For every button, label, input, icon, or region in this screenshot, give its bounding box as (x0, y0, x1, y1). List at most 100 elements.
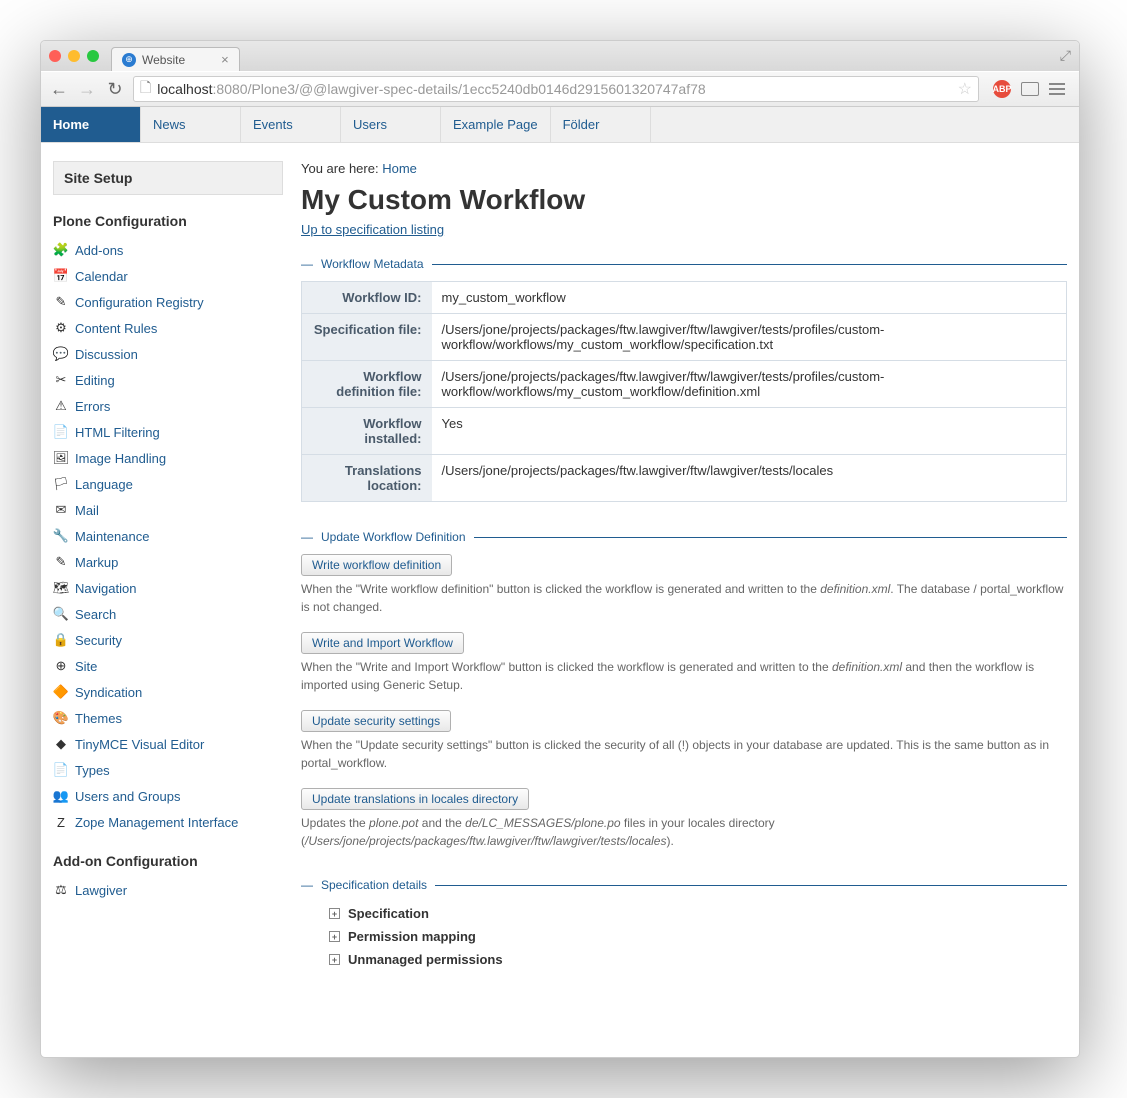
sidebar-item-label[interactable]: Zope Management Interface (75, 815, 238, 830)
sidebar-item-tinymce-visual-editor[interactable]: ◆TinyMCE Visual Editor (53, 731, 283, 757)
sidebar-icon: 💬 (53, 346, 69, 362)
sidebar-item-label[interactable]: Markup (75, 555, 118, 570)
address-bar[interactable]: 🗋 localhost:8080/Plone3/@@lawgiver-spec-… (133, 76, 979, 102)
action-button-2[interactable]: Update security settings (301, 710, 451, 732)
expand-icon[interactable]: + (329, 954, 340, 965)
bookmark-star-icon[interactable]: ☆ (958, 79, 972, 99)
sidebar-item-users-and-groups[interactable]: 👥 Users and Groups (53, 783, 283, 809)
sidebar-item-language[interactable]: 🏳Language (53, 471, 283, 497)
sidebar-item-types[interactable]: 📄 Types (53, 757, 283, 783)
sidebar-item-label[interactable]: Site (75, 659, 97, 674)
specification-details-section: Specification details +Specification+Per… (301, 878, 1067, 971)
browser-tab[interactable]: ⊕ Website × (111, 47, 240, 71)
sidebar-header: Site Setup (53, 161, 283, 195)
sidebar-icon: 🔧 (53, 528, 69, 544)
sidebar-item-syndication[interactable]: 🔶Syndication (53, 679, 283, 705)
global-tab-example-page[interactable]: Example Page (441, 107, 551, 142)
metadata-value: /Users/jone/projects/packages/ftw.lawgiv… (432, 455, 1067, 502)
sidebar-item-label[interactable]: Image Handling (75, 451, 166, 466)
sidebar-item-configuration-registry[interactable]: ✎Configuration Registry (53, 289, 283, 315)
cast-extension-icon[interactable] (1021, 82, 1039, 96)
sidebar-item-label[interactable]: Lawgiver (75, 883, 127, 898)
sidebar-item-label[interactable]: Navigation (75, 581, 136, 596)
sidebar-item-search[interactable]: 🔍Search (53, 601, 283, 627)
sidebar-item-label[interactable]: Calendar (75, 269, 128, 284)
sidebar-item-lawgiver[interactable]: ⚖Lawgiver (53, 877, 283, 903)
sidebar-icon: 👥 (53, 788, 69, 804)
sidebar-item-label[interactable]: Add-ons (75, 243, 123, 258)
sidebar-item-discussion[interactable]: 💬 Discussion (53, 341, 283, 367)
expand-icon[interactable]: + (329, 908, 340, 919)
sidebar-item-zope-management-interface[interactable]: ZZope Management Interface (53, 809, 283, 835)
sidebar-icon: ✎ (53, 554, 69, 570)
sidebar-item-label[interactable]: Themes (75, 711, 122, 726)
minimize-window-button[interactable] (68, 50, 80, 62)
back-button[interactable]: ← (49, 79, 69, 100)
spec-tree-item[interactable]: +Permission mapping (301, 925, 1067, 948)
sidebar-item-label[interactable]: Search (75, 607, 116, 622)
sidebar-icon: 🧩 (53, 242, 69, 258)
sidebar-item-image-handling[interactable]: 🖼Image Handling (53, 445, 283, 471)
up-to-listing-link[interactable]: Up to specification listing (301, 222, 444, 237)
action-button-3[interactable]: Update translations in locales directory (301, 788, 529, 810)
global-nav-tabs: HomeNewsEventsUsersExample PageFölder (41, 107, 1079, 143)
global-tab-events[interactable]: Events (241, 107, 341, 142)
sidebar-item-maintenance[interactable]: 🔧 Maintenance (53, 523, 283, 549)
forward-button[interactable]: → (77, 79, 97, 100)
sidebar-icon: 📅 (53, 268, 69, 284)
reload-button[interactable]: ↻ (105, 79, 125, 100)
action-description: When the "Update security settings" butt… (301, 736, 1067, 772)
global-tab-földer[interactable]: Földer (551, 107, 651, 142)
spec-tree-item[interactable]: + Specification (301, 902, 1067, 925)
spec-tree-item[interactable]: +Unmanaged permissions (301, 948, 1067, 971)
spec-item-label: Specification (348, 906, 429, 921)
sidebar-item-label[interactable]: Security (75, 633, 122, 648)
sidebar-item-label[interactable]: Content Rules (75, 321, 157, 336)
sidebar-item-site[interactable]: ⊕Site (53, 653, 283, 679)
sidebar-item-label[interactable]: Language (75, 477, 133, 492)
sidebar-item-label[interactable]: Mail (75, 503, 99, 518)
sidebar-item-label[interactable]: Maintenance (75, 529, 149, 544)
global-tab-users[interactable]: Users (341, 107, 441, 142)
expand-icon[interactable]: + (329, 931, 340, 942)
sidebar-item-label[interactable]: HTML Filtering (75, 425, 160, 440)
sidebar-item-label[interactable]: Syndication (75, 685, 142, 700)
sidebar-icon: ✉ (53, 502, 69, 518)
sidebar-item-label[interactable]: TinyMCE Visual Editor (75, 737, 204, 752)
browser-tab-bar: ⊕ Website × ⤢ (41, 41, 1079, 71)
sidebar-item-themes[interactable]: 🎨Themes (53, 705, 283, 731)
sidebar-item-label[interactable]: Discussion (75, 347, 138, 362)
close-tab-icon[interactable]: × (221, 52, 229, 67)
sidebar-item-label[interactable]: Types (75, 763, 110, 778)
chrome-menu-icon[interactable] (1049, 83, 1065, 95)
zoom-window-button[interactable] (87, 50, 99, 62)
sidebar-item-label[interactable]: Errors (75, 399, 110, 414)
metadata-value: my_custom_workflow (432, 282, 1067, 314)
url-path: :8080/Plone3/@@lawgiver-spec-details/1ec… (213, 81, 706, 97)
sidebar-item-editing[interactable]: ✂Editing (53, 367, 283, 393)
sidebar-item-mail[interactable]: ✉ Mail (53, 497, 283, 523)
sidebar-item-label[interactable]: Editing (75, 373, 115, 388)
sidebar-item-add-ons[interactable]: 🧩 Add-ons (53, 237, 283, 263)
sidebar-item-label[interactable]: Users and Groups (75, 789, 181, 804)
global-tab-news[interactable]: News (141, 107, 241, 142)
close-window-button[interactable] (49, 50, 61, 62)
sidebar-item-navigation[interactable]: 🗺Navigation (53, 575, 283, 601)
sidebar-icon: 📄 (53, 762, 69, 778)
breadcrumb-home-link[interactable]: Home (382, 161, 417, 176)
metadata-table: Workflow ID:my_custom_workflowSpecificat… (301, 281, 1067, 502)
metadata-key: Translations location: (302, 455, 432, 502)
sidebar-item-markup[interactable]: ✎ Markup (53, 549, 283, 575)
section-legend: Update Workflow Definition (301, 530, 1067, 544)
action-button-0[interactable]: Write workflow definition (301, 554, 452, 576)
abp-extension-icon[interactable]: ABP (993, 80, 1011, 98)
expand-window-icon[interactable]: ⤢ (1060, 47, 1071, 64)
sidebar-item-label[interactable]: Configuration Registry (75, 295, 204, 310)
action-button-1[interactable]: Write and Import Workflow (301, 632, 464, 654)
sidebar-item-content-rules[interactable]: ⚙Content Rules (53, 315, 283, 341)
sidebar-item-security[interactable]: 🔒Security (53, 627, 283, 653)
sidebar-item-errors[interactable]: ⚠Errors (53, 393, 283, 419)
sidebar-item-calendar[interactable]: 📅 Calendar (53, 263, 283, 289)
global-tab-home[interactable]: Home (41, 107, 141, 142)
sidebar-item-html-filtering[interactable]: 📄HTML Filtering (53, 419, 283, 445)
